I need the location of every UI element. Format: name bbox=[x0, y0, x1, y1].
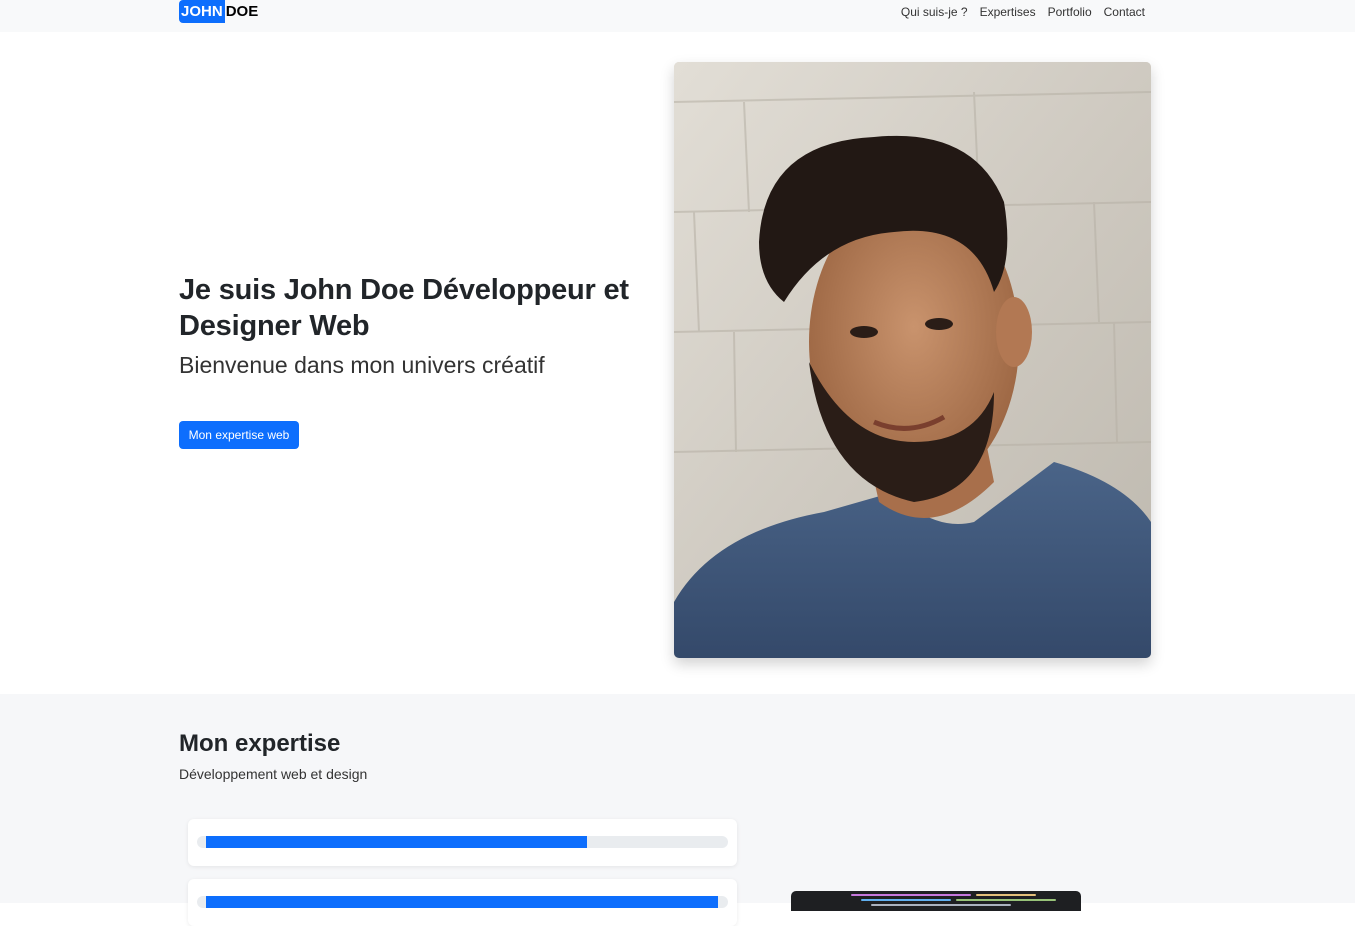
brand-logo[interactable]: JOHN DOE bbox=[179, 0, 258, 23]
nav-links: Qui suis-je ? Expertises Portfolio Conta… bbox=[901, 0, 1145, 24]
nav-link-portfolio[interactable]: Portfolio bbox=[1048, 5, 1092, 19]
hero-title: Je suis John Doe Développeur et Designer… bbox=[179, 274, 629, 342]
expertise-cta-button[interactable]: Mon expertise web bbox=[179, 421, 299, 449]
hero-subtitle: Bienvenue dans mon univers créatif bbox=[179, 352, 545, 378]
expertise-title: Mon expertise bbox=[179, 730, 341, 757]
skill-card bbox=[188, 819, 737, 866]
navbar: JOHN DOE Qui suis-je ? Expertises Portfo… bbox=[0, 0, 1355, 32]
portrait-photo bbox=[674, 62, 1151, 658]
skill-progress-bar bbox=[206, 896, 718, 908]
skill-progress-bar bbox=[206, 836, 587, 848]
brand-first-name: JOHN bbox=[179, 0, 225, 23]
skill-progress-track bbox=[197, 896, 728, 908]
expertise-subtitle: Développement web et design bbox=[179, 766, 368, 782]
nav-link-expertises[interactable]: Expertises bbox=[980, 5, 1036, 19]
expertise-section: Mon expertise Développement web et desig… bbox=[0, 694, 1355, 926]
skill-progress-track bbox=[197, 836, 728, 848]
code-screenshot bbox=[791, 891, 1081, 911]
brand-last-name: DOE bbox=[225, 3, 259, 20]
nav-link-about[interactable]: Qui suis-je ? bbox=[901, 5, 968, 19]
nav-link-contact[interactable]: Contact bbox=[1104, 5, 1145, 19]
